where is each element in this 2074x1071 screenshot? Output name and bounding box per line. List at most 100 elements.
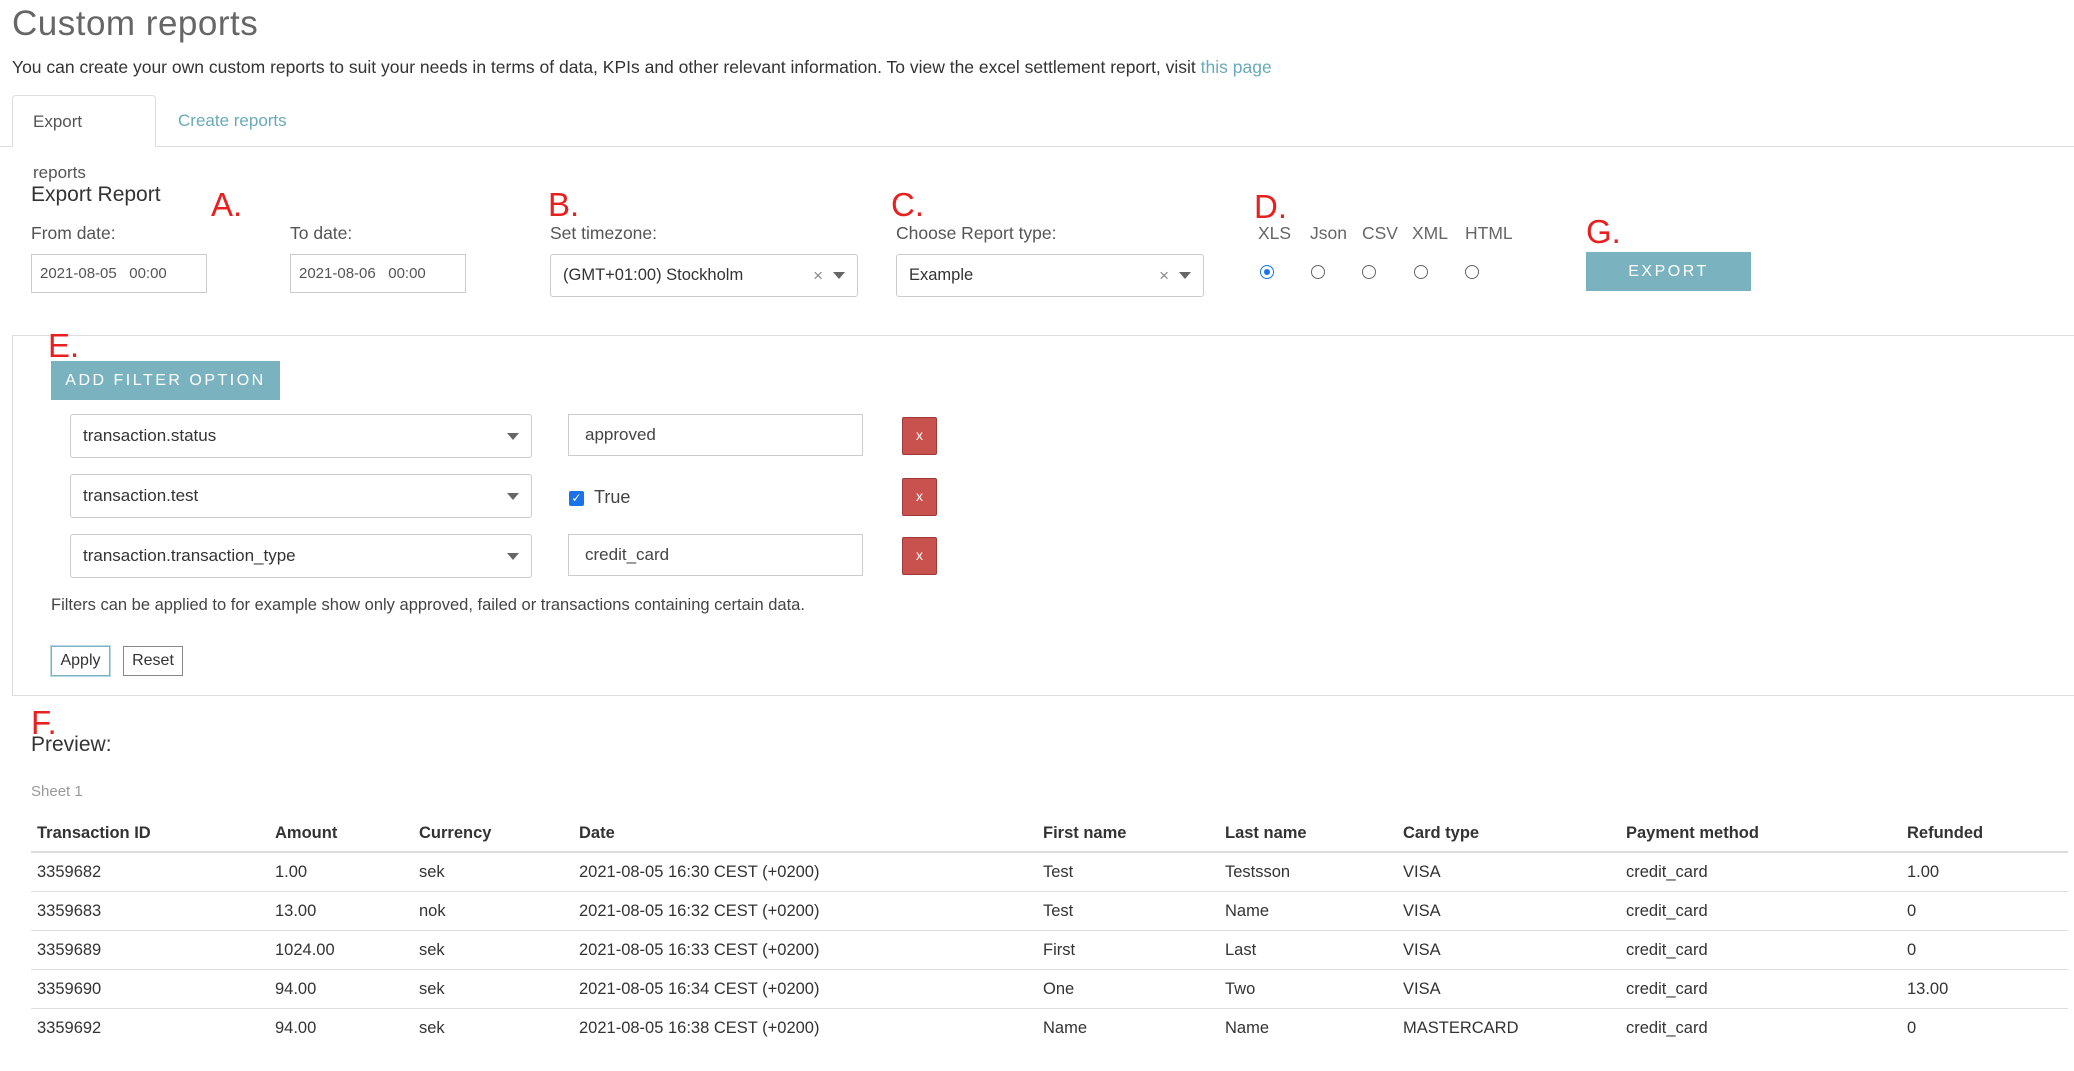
column-header: Payment method — [1620, 815, 1901, 853]
timezone-label: Set timezone: — [550, 223, 657, 243]
table-cell: 1024.00 — [269, 930, 413, 970]
to-date-label: To date: — [290, 223, 353, 243]
table-cell: 2021-08-05 16:38 CEST (+0200) — [573, 1008, 1037, 1047]
table-cell: Last — [1219, 930, 1397, 970]
settlement-report-link[interactable]: this page — [1201, 57, 1272, 77]
format-radio-html[interactable] — [1465, 265, 1479, 279]
apply-button[interactable]: Apply — [50, 645, 111, 677]
table-cell: credit_card — [1620, 969, 1901, 1009]
table-cell: credit_card — [1620, 930, 1901, 970]
table-row: 3359683 13.00 nok 2021-08-05 16:32 CEST … — [31, 891, 2068, 931]
filter-help-text: Filters can be applied to for example sh… — [51, 596, 805, 614]
chevron-down-icon[interactable] — [507, 493, 519, 500]
annotation-b: B. — [548, 186, 580, 223]
table-cell: 2021-08-05 16:33 CEST (+0200) — [573, 930, 1037, 970]
table-cell: 2021-08-05 16:30 CEST (+0200) — [573, 851, 1037, 892]
from-date-input[interactable]: 2021-08-05 00:00 — [31, 254, 207, 293]
filter-field-select[interactable]: transaction.transaction_type — [70, 534, 532, 578]
reset-button[interactable]: Reset — [123, 646, 183, 676]
table-header-row: Transaction ID Amount Currency Date Firs… — [31, 815, 2068, 853]
chevron-down-icon[interactable] — [507, 433, 519, 440]
table-cell: sek — [413, 969, 573, 1009]
table-cell: VISA — [1397, 930, 1620, 970]
table-cell: VISA — [1397, 851, 1620, 892]
table-cell: First — [1037, 930, 1219, 970]
annotation-g: G. — [1586, 213, 1621, 250]
timezone-select[interactable]: (GMT+01:00) Stockholm × — [550, 254, 858, 297]
table-cell: 3359692 — [31, 1008, 269, 1047]
filter-value-input[interactable]: approved — [568, 414, 863, 456]
format-label-xls: XLS — [1258, 223, 1292, 243]
format-radio-json[interactable] — [1311, 265, 1325, 279]
table-cell: credit_card — [1620, 851, 1901, 892]
filter-field-value: transaction.test — [83, 486, 199, 505]
report-type-clear-icon[interactable]: × — [1159, 255, 1169, 296]
table-cell: 13.00 — [269, 891, 413, 931]
column-header: Last name — [1219, 815, 1397, 853]
timezone-clear-icon[interactable]: × — [813, 255, 823, 296]
tab-bar: Export reports Create reports — [0, 95, 2074, 182]
table-cell: 3359690 — [31, 969, 269, 1009]
format-label-json: Json — [1310, 223, 1347, 243]
chevron-down-icon[interactable] — [507, 553, 519, 560]
column-header: Refunded — [1901, 815, 2068, 853]
report-type-label: Choose Report type: — [896, 223, 1057, 243]
export-report-title: Export Report — [31, 183, 161, 206]
table-cell: Name — [1037, 1008, 1219, 1047]
table-cell: Test — [1037, 891, 1219, 931]
report-type-select[interactable]: Example × — [896, 254, 1204, 297]
table-cell: MASTERCARD — [1397, 1008, 1620, 1047]
column-header: Transaction ID — [31, 815, 269, 853]
preview-table: Transaction ID Amount Currency Date Firs… — [31, 815, 2068, 1047]
annotation-a: A. — [211, 186, 243, 223]
chevron-down-icon[interactable] — [1179, 272, 1191, 279]
table-cell: 94.00 — [269, 1008, 413, 1047]
table-cell: 1.00 — [269, 851, 413, 892]
export-button[interactable]: EXPORT — [1586, 252, 1751, 291]
chevron-down-icon[interactable] — [833, 272, 845, 279]
remove-filter-button[interactable]: x — [902, 537, 937, 575]
table-cell: sek — [413, 930, 573, 970]
add-filter-option-button[interactable]: ADD FILTER OPTION — [51, 361, 280, 400]
table-cell: sek — [413, 1008, 573, 1047]
from-date-label: From date: — [31, 223, 116, 243]
table-cell: One — [1037, 969, 1219, 1009]
tab-export-reports[interactable]: Export reports — [12, 95, 156, 182]
format-radio-csv[interactable] — [1362, 265, 1376, 279]
filter-value-input[interactable]: credit_card — [568, 534, 863, 576]
table-row: 3359689 1024.00 sek 2021-08-05 16:33 CES… — [31, 930, 2068, 970]
table-cell: credit_card — [1620, 1008, 1901, 1047]
table-cell: 1.00 — [1901, 851, 2068, 892]
table-cell: Test — [1037, 851, 1219, 892]
format-label-html: HTML — [1465, 223, 1513, 243]
table-cell: 0 — [1901, 930, 2068, 970]
filter-field-select[interactable]: transaction.test — [70, 474, 532, 518]
column-header: Currency — [413, 815, 573, 853]
table-cell: 3359682 — [31, 851, 269, 892]
remove-filter-button[interactable]: x — [902, 478, 937, 516]
filter-field-select[interactable]: transaction.status — [70, 414, 532, 458]
table-row: 3359692 94.00 sek 2021-08-05 16:38 CEST … — [31, 1008, 2068, 1047]
page-title: Custom reports — [12, 4, 259, 43]
intro-text: You can create your own custom reports t… — [12, 57, 1272, 78]
format-radio-xls[interactable] — [1260, 265, 1274, 279]
table-cell: VISA — [1397, 891, 1620, 931]
table-cell: 13.00 — [1901, 969, 2068, 1009]
format-label-xml: XML — [1412, 223, 1448, 243]
annotation-e: E. — [48, 327, 80, 364]
filter-field-value: transaction.transaction_type — [83, 546, 296, 565]
table-cell: 0 — [1901, 891, 2068, 931]
to-date-input[interactable]: 2021-08-06 00:00 — [290, 254, 466, 293]
remove-filter-button[interactable]: x — [902, 417, 937, 455]
table-cell: Name — [1219, 891, 1397, 931]
filter-value-checkbox[interactable]: ✓ — [569, 491, 584, 506]
table-cell: 2021-08-05 16:32 CEST (+0200) — [573, 891, 1037, 931]
column-header: Card type — [1397, 815, 1620, 853]
table-cell: 2021-08-05 16:34 CEST (+0200) — [573, 969, 1037, 1009]
table-row: 3359682 1.00 sek 2021-08-05 16:30 CEST (… — [31, 851, 2068, 892]
format-radio-xml[interactable] — [1414, 265, 1428, 279]
preview-title: Preview: — [31, 733, 112, 756]
annotation-d: D. — [1254, 188, 1287, 225]
table-row: 3359690 94.00 sek 2021-08-05 16:34 CEST … — [31, 969, 2068, 1009]
tab-create-reports[interactable]: Create reports — [158, 95, 307, 146]
